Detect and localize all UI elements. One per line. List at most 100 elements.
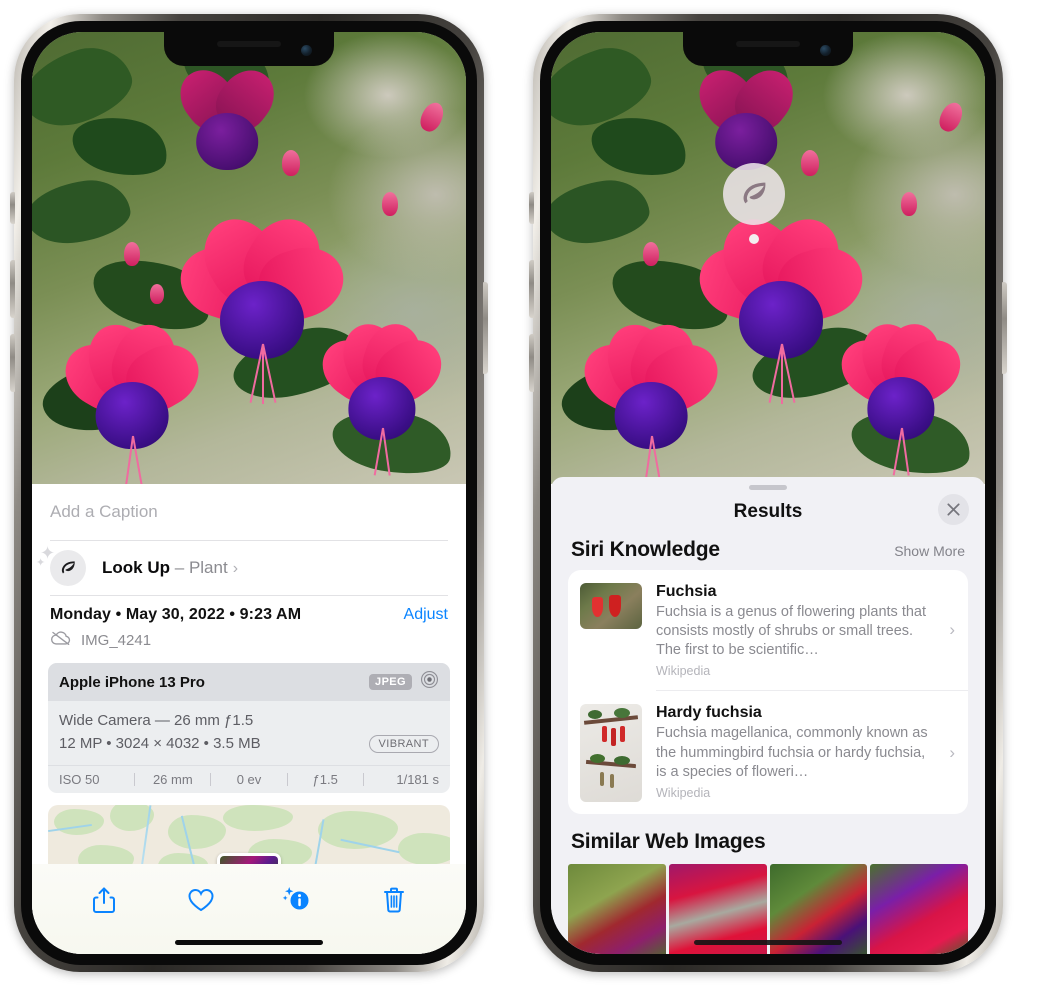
fuchsia-blossom [171, 206, 353, 404]
vibrant-badge: VIBRANT [368, 734, 439, 753]
screen-left: Add a Caption ✦ ✦ Look Up – Plant › Mond… [32, 32, 466, 954]
flower-bud [124, 242, 140, 266]
adjust-button[interactable]: Adjust [404, 606, 448, 624]
aperture-icon [420, 670, 439, 694]
exif-focal: 26 mm [152, 771, 193, 787]
knowledge-source: Wikipedia [656, 664, 711, 679]
knowledge-item[interactable]: Fuchsia Fuchsia is a genus of flowering … [568, 570, 968, 690]
photo-filename: IMG_4241 [81, 632, 152, 649]
sparkle-icon-small: ✦ [36, 557, 46, 569]
look-up-subject: Plant [188, 558, 228, 577]
similar-web-images-header: Similar Web Images [551, 814, 985, 860]
knowledge-thumbnail [580, 704, 642, 803]
front-camera-right [820, 45, 831, 56]
leaf-icon: ✦ ✦ [36, 543, 86, 586]
screenshot-root: Add a Caption ✦ ✦ Look Up – Plant › Mond… [0, 0, 1055, 985]
look-up-title: Look Up [102, 558, 170, 577]
photo-date: Monday • May 30, 2022 • 9:23 AM [50, 606, 302, 623]
caption-input[interactable]: Add a Caption [50, 502, 158, 522]
visual-lookup-indicator-dot [749, 234, 759, 244]
look-up-dash: – [174, 558, 185, 577]
camera-device: Apple iPhone 13 Pro [59, 673, 205, 691]
caption-input-row[interactable]: Add a Caption [32, 484, 466, 540]
siri-knowledge-header: Siri Knowledge Show More [551, 534, 985, 570]
fuchsia-blossom [690, 206, 872, 404]
knowledge-title: Hardy fuchsia [656, 704, 762, 722]
iphone-left: Add a Caption ✦ ✦ Look Up – Plant › Mond… [10, 14, 488, 972]
volume-down-button-right[interactable] [529, 334, 534, 392]
close-button[interactable] [938, 494, 969, 525]
web-image-thumbnail[interactable] [870, 864, 968, 954]
fuchsia-blossom [54, 316, 210, 484]
power-button-right[interactable] [1002, 282, 1007, 374]
look-up-row[interactable]: ✦ ✦ Look Up – Plant › [32, 541, 466, 595]
fuchsia-blossom [311, 316, 453, 476]
power-button-left[interactable] [483, 282, 488, 374]
knowledge-source: Wikipedia [656, 785, 711, 800]
volume-up-button-right[interactable] [529, 260, 534, 318]
home-indicator-left[interactable] [175, 940, 323, 945]
flower-bud [901, 192, 917, 216]
iphone-right: Results Siri Knowledge Show More Fuchsia… [529, 14, 1007, 972]
delete-button[interactable] [371, 880, 417, 920]
flower-bud [801, 150, 819, 176]
visual-lookup-badge[interactable] [723, 163, 785, 225]
close-icon [947, 503, 960, 516]
exif-stats: ISO 50 26 mm 0 ev ƒ1.5 1/181 s [48, 764, 450, 793]
earpiece-speaker-right [736, 41, 800, 47]
notch-right [683, 32, 853, 66]
web-image-thumbnail[interactable] [568, 864, 666, 954]
photo-viewer-right[interactable] [551, 32, 985, 484]
exif-ev: 0 ev [236, 771, 262, 787]
cloud-slash-icon [50, 630, 72, 651]
leaf-icon [743, 182, 766, 204]
earpiece-speaker-left [217, 41, 281, 47]
fuchsia-blossom [573, 316, 729, 484]
exif-card[interactable]: Apple iPhone 13 Pro JPEG Wide Camera — 2… [48, 663, 450, 793]
chevron-right-icon: › [949, 620, 955, 640]
results-sheet: Results Siri Knowledge Show More Fuchsia… [551, 477, 985, 954]
format-badge: JPEG [369, 674, 412, 690]
knowledge-thumbnail [580, 583, 642, 629]
siri-knowledge-title: Siri Knowledge [571, 538, 720, 561]
flower-bud [282, 150, 300, 176]
flower-bud [382, 192, 398, 216]
home-indicator-right[interactable] [694, 940, 842, 945]
front-camera-left [301, 45, 312, 56]
siri-knowledge-card: Fuchsia Fuchsia is a genus of flowering … [568, 570, 968, 815]
mute-switch-right[interactable] [529, 192, 534, 224]
exif-aperture: ƒ1.5 [312, 771, 338, 787]
flower-bud [643, 242, 659, 266]
volume-up-button-left[interactable] [10, 260, 15, 318]
image-size-info: 12 MP • 3024 × 4032 • 3.5 MB [59, 735, 261, 753]
share-button[interactable] [81, 880, 127, 920]
lens-info: Wide Camera — 26 mm ƒ1.5 [59, 712, 254, 729]
exif-iso: ISO 50 [59, 771, 100, 787]
fuchsia-blossom [688, 59, 804, 172]
results-title: Results [733, 501, 803, 522]
similar-web-images-title: Similar Web Images [571, 830, 766, 854]
notch-left [164, 32, 334, 66]
favorite-button[interactable] [178, 880, 224, 920]
chevron-right-icon: › [232, 560, 239, 577]
exif-shutter: 1/181 s [396, 771, 440, 787]
knowledge-item[interactable]: Hardy fuchsia Fuchsia magellanica, commo… [568, 691, 968, 814]
show-more-button[interactable]: Show More [894, 543, 965, 559]
knowledge-title: Fuchsia [656, 583, 717, 600]
flower-bud [150, 284, 164, 304]
look-up-label: Look Up – Plant › [102, 558, 238, 578]
knowledge-description: Fuchsia is a genus of flowering plants t… [656, 604, 927, 659]
fuchsia-blossom [830, 316, 972, 476]
volume-down-button-left[interactable] [10, 334, 15, 392]
screen-right: Results Siri Knowledge Show More Fuchsia… [551, 32, 985, 954]
info-button[interactable] [274, 880, 320, 920]
photo-metadata: Monday • May 30, 2022 • 9:23 AM Adjust I… [32, 596, 466, 651]
exif-details: Wide Camera — 26 mm ƒ1.5 12 MP • 3024 × … [48, 701, 450, 765]
fuchsia-blossom [169, 59, 285, 172]
knowledge-description: Fuchsia magellanica, commonly known as t… [656, 725, 928, 780]
chevron-right-icon: › [949, 742, 955, 762]
results-header: Results [551, 490, 985, 534]
mute-switch-left[interactable] [10, 192, 15, 224]
exif-header: Apple iPhone 13 Pro JPEG [48, 663, 450, 701]
photo-viewer-left[interactable] [32, 32, 466, 484]
